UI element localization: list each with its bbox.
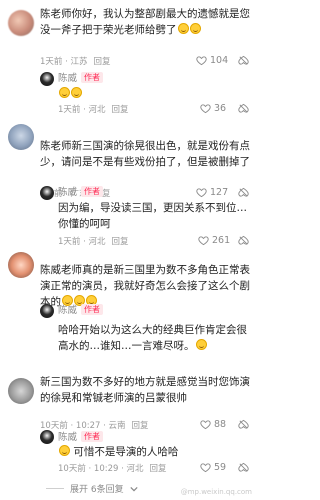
reply-button[interactable]: 回复 — [150, 464, 167, 474]
author-avatar[interactable] — [40, 430, 54, 444]
grin-emoji-icon — [177, 23, 189, 34]
reply-button[interactable]: 回复 — [132, 421, 149, 431]
like-count: 104 — [210, 55, 229, 66]
like-button[interactable]: 88 — [200, 419, 226, 430]
author-badge: 作者 — [81, 186, 104, 197]
divider — [46, 488, 64, 489]
dislike-icon[interactable] — [238, 103, 249, 114]
heart-icon — [200, 104, 211, 114]
like-button[interactable]: 104 — [196, 55, 228, 66]
dislike-icon[interactable] — [238, 187, 249, 198]
reply-username[interactable]: 陈威 作者 — [58, 431, 104, 444]
author-badge: 作者 — [81, 431, 104, 442]
reply-meta: 1天前 · 河北 回复 — [58, 105, 129, 115]
author-avatar[interactable] — [40, 186, 54, 200]
author-badge: 作者 — [81, 304, 104, 315]
grin-emoji-icon — [59, 87, 70, 98]
like-count: 59 — [214, 462, 227, 473]
reply-text: 可惜不是导演的人哈哈 — [58, 444, 250, 460]
author-avatar[interactable] — [40, 72, 54, 86]
comment-text: 陈威老师真的是新三国里为数不多角色正常表演正常的演员，我就好奇怎么会接了这么个剧… — [40, 264, 250, 308]
chevron-down-icon — [129, 486, 138, 491]
like-button[interactable]: 261 — [198, 235, 230, 246]
reply-text — [58, 86, 82, 102]
reply-username[interactable]: 陈威 作者 — [58, 304, 104, 317]
comment-feed: 陈老师你好，我认为整部剧最大的遗憾就是您没一斧子把于荣光老师给劈了 1天前 · … — [0, 0, 258, 500]
reply-username[interactable]: 陈威 作者 — [58, 72, 104, 85]
comment-text: 陈老师你好，我认为整部剧最大的遗憾就是您没一斧子把于荣光老师给劈了 — [40, 8, 250, 36]
reply-meta: 1天前 · 河北 回复 — [58, 237, 129, 247]
dislike-icon[interactable] — [238, 55, 249, 66]
comment-meta: 1天前 · 江苏 回复 — [40, 57, 111, 67]
grin-emoji-icon — [189, 23, 201, 34]
heart-icon — [200, 420, 211, 430]
avatar[interactable] — [8, 10, 34, 36]
like-count: 261 — [212, 235, 231, 246]
heart-icon — [196, 188, 207, 198]
expand-replies-label: 展开 6条回复 — [70, 485, 124, 495]
reply-text: 哈哈开始以为这么大的经典巨作肯定会很高水的…谁知…一言难尽呀。 — [58, 324, 247, 352]
reply-button[interactable]: 回复 — [112, 237, 129, 247]
like-button[interactable]: 59 — [200, 462, 226, 473]
heart-icon — [196, 56, 207, 66]
like-button[interactable]: 36 — [200, 103, 226, 114]
watermark: @mp.weixin.qq.com — [180, 488, 252, 496]
reply-text: 因为编，导没读三国，更因关系不到位…你懂的呵呵 — [58, 202, 247, 230]
like-count: 36 — [214, 103, 227, 114]
dislike-icon[interactable] — [238, 462, 249, 473]
heart-icon — [200, 463, 211, 473]
like-button[interactable]: 127 — [196, 187, 228, 198]
avatar[interactable] — [8, 378, 34, 404]
like-count: 88 — [214, 419, 227, 430]
laugh-emoji-icon — [59, 445, 70, 456]
dislike-icon[interactable] — [238, 235, 249, 246]
laugh-emoji-icon — [195, 339, 207, 350]
heart-icon — [198, 236, 209, 246]
reply-username[interactable]: 陈威 作者 — [58, 186, 104, 199]
reply-button[interactable]: 回复 — [94, 57, 111, 67]
avatar[interactable] — [8, 252, 34, 278]
comment-text: 新三国为数不多好的地方就是感觉当时您饰演的徐晃和常铖老师演的吕蒙很帅 — [40, 376, 250, 404]
dislike-icon[interactable] — [238, 419, 249, 430]
reply-button[interactable]: 回复 — [112, 105, 129, 115]
avatar[interactable] — [8, 124, 34, 150]
expand-replies-button[interactable]: 展开 6条回复 — [46, 482, 138, 495]
author-avatar[interactable] — [40, 304, 54, 318]
grin-emoji-icon — [71, 87, 82, 98]
comment-text: 陈老师新三国演的徐晃很出色，就是戏份有点少，请问是不是有些戏份拍了，但是被删掉了 — [40, 140, 250, 168]
reply-meta: 10天前 · 10:29 · 河北 回复 — [58, 464, 167, 474]
author-badge: 作者 — [81, 72, 104, 83]
like-count: 127 — [210, 187, 229, 198]
